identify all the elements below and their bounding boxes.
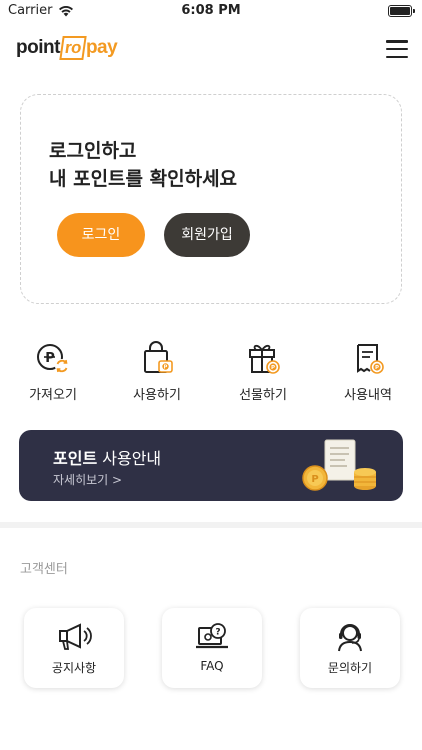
hamburger-menu-icon[interactable]	[386, 40, 408, 58]
battery-icon	[388, 5, 415, 17]
quick-menu-use[interactable]: P 사용하기	[117, 340, 197, 403]
banner-detail-link[interactable]: 자세히보기 >	[53, 471, 122, 488]
banner-title: 포인트 사용안내	[53, 445, 161, 469]
support-label: 공지사항	[51, 661, 97, 675]
pointropay-logo[interactable]: point ro pay	[16, 36, 118, 60]
point-import-icon: P	[37, 344, 69, 373]
svg-text:P: P	[45, 351, 55, 366]
logo-part-ro: ro	[59, 36, 87, 60]
headset-agent-icon	[338, 624, 362, 652]
megaphone-icon	[59, 623, 92, 650]
faq-laptop-icon: ?	[196, 623, 228, 649]
faq-button[interactable]: ? FAQ	[162, 608, 262, 688]
svg-text:?: ?	[215, 628, 220, 638]
logo-part-point: point	[16, 37, 60, 58]
shopping-bag-icon: P	[144, 341, 173, 373]
receipt-coins-illustration: P	[302, 439, 376, 491]
quick-menu-label: 선물하기	[239, 388, 287, 403]
support-label: 문의하기	[327, 661, 373, 675]
quick-menu-import[interactable]: P 가져오기	[13, 340, 93, 403]
status-time: 6:08 PM	[181, 3, 241, 18]
login-card: 로그인하고 내 포인트를 확인하세요 로그인 회원가입	[20, 94, 402, 304]
banner-title-rest: 사용안내	[97, 449, 162, 468]
section-divider	[0, 522, 422, 528]
point-guide-banner[interactable]: 포인트 사용안내 자세히보기 > P	[19, 430, 403, 501]
quick-menu-gift[interactable]: P 선물하기	[223, 340, 303, 403]
login-button[interactable]: 로그인	[57, 213, 145, 257]
quick-menu-label: 사용내역	[344, 388, 392, 403]
customer-center-title: 고객센터	[20, 562, 68, 577]
inquiry-button[interactable]: 문의하기	[300, 608, 400, 688]
banner-title-bold: 포인트	[53, 449, 98, 468]
logo-part-pay: pay	[85, 37, 118, 58]
svg-text:P: P	[164, 365, 168, 371]
app-header: point ro pay	[0, 30, 422, 70]
support-label: FAQ	[200, 659, 224, 673]
notice-button[interactable]: 공지사항	[24, 608, 124, 688]
quick-menu-label: 사용하기	[133, 388, 181, 403]
svg-text:P: P	[375, 365, 379, 371]
receipt-history-icon: P	[357, 344, 384, 374]
quick-menu-label: 가져오기	[29, 388, 77, 403]
signup-button[interactable]: 회원가입	[164, 213, 250, 257]
svg-text:P: P	[311, 474, 318, 485]
gift-icon: P	[249, 344, 280, 374]
login-prompt-title: 로그인하고 내 포인트를 확인하세요	[49, 140, 238, 190]
quick-menu: P 가져오기 P 사용하기 P 선물하기 P 사용내역	[0, 340, 422, 410]
quick-menu-history[interactable]: P 사용내역	[328, 340, 408, 403]
svg-text:P: P	[271, 365, 275, 371]
status-bar: Carrier 6:08 PM	[0, 0, 422, 24]
